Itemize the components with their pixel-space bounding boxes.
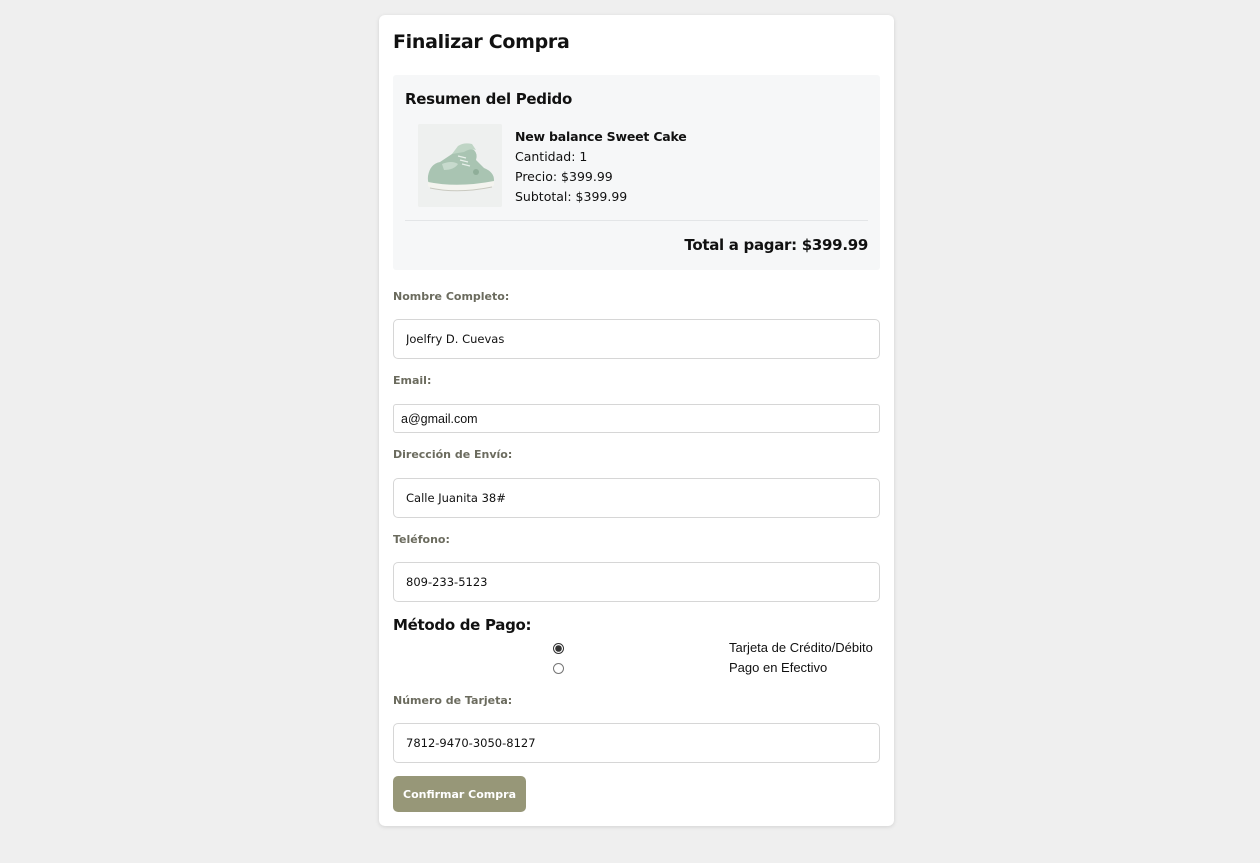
page-title: Finalizar Compra: [393, 31, 570, 53]
product-subtotal: Subtotal: $399.99: [515, 189, 628, 204]
order-summary: Resumen del Pedido New balance Sweet Cak…: [393, 75, 880, 270]
card-number-input[interactable]: [393, 723, 880, 763]
order-total: Total a pagar: $399.99: [684, 236, 868, 254]
checkout-card: Finalizar Compra Resumen del Pedido New …: [379, 15, 894, 826]
payment-method-title: Método de Pago:: [393, 616, 532, 634]
email-input[interactable]: [393, 404, 880, 433]
sneaker-image: [418, 124, 502, 207]
product-quantity: Cantidad: 1: [515, 149, 588, 164]
product-name: New balance Sweet Cake: [515, 129, 687, 144]
name-label: Nombre Completo:: [393, 290, 510, 303]
radio-cash-label[interactable]: Pago en Efectivo: [729, 660, 827, 675]
address-input[interactable]: [393, 478, 880, 518]
confirm-purchase-button[interactable]: Confirmar Compra: [393, 776, 526, 812]
product-info: New balance Sweet Cake Cantidad: 1 Preci…: [515, 127, 687, 207]
radio-cash[interactable]: [553, 663, 564, 674]
summary-divider: [405, 220, 868, 221]
email-label: Email:: [393, 374, 432, 387]
order-summary-title: Resumen del Pedido: [405, 90, 572, 108]
product-price: Precio: $399.99: [515, 169, 613, 184]
phone-input[interactable]: [393, 562, 880, 602]
name-input[interactable]: [393, 319, 880, 359]
radio-card[interactable]: [553, 643, 564, 654]
phone-label: Teléfono:: [393, 533, 450, 546]
address-label: Dirección de Envío:: [393, 448, 513, 461]
radio-card-label[interactable]: Tarjeta de Crédito/Débito: [729, 640, 873, 655]
card-number-label: Número de Tarjeta:: [393, 694, 513, 707]
